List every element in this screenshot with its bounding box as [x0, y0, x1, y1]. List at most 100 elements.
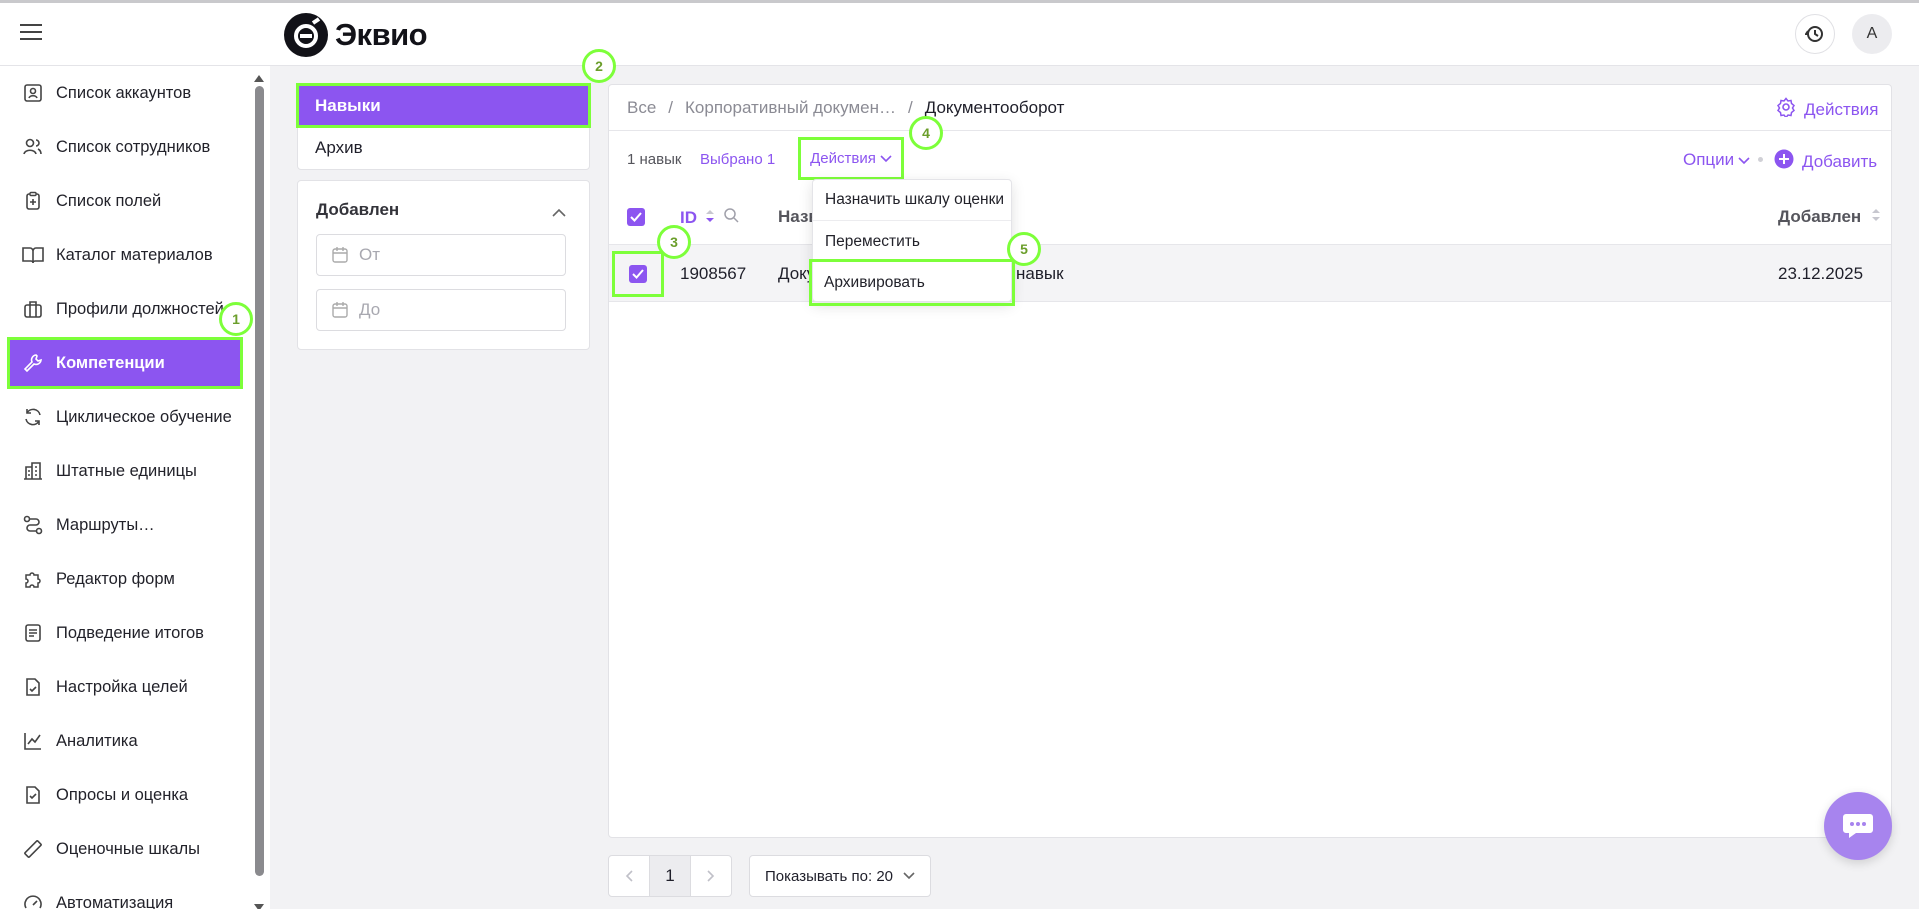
sidebar-item-label: Компетенции — [56, 353, 165, 372]
annotation-number: 2 — [595, 58, 603, 74]
ruler-icon — [22, 838, 44, 860]
sidebar-item-accounts[interactable]: Список аккаунтов — [10, 70, 240, 116]
sidebar-item-label: Список полей — [56, 191, 162, 210]
page-button-1[interactable]: 1 — [649, 855, 691, 897]
annotation-badge-5: 5 — [1007, 232, 1041, 266]
chart-line-icon — [22, 730, 44, 752]
sidebar-item-summary[interactable]: Подведение итогов — [10, 610, 240, 656]
annotation-badge-3: 3 — [657, 225, 691, 259]
search-icon[interactable] — [723, 207, 739, 228]
page-number: 1 — [665, 866, 675, 885]
annotation-number: 1 — [232, 311, 240, 327]
menu-item-assign-scale[interactable]: Назначить шкалу оценки — [813, 180, 1011, 221]
filter-title: Добавлен — [316, 200, 400, 219]
breadcrumb-middle[interactable]: Корпоративный докумен… — [685, 98, 896, 118]
tab-skills[interactable]: Навыки — [296, 83, 591, 128]
row-added-date: 23.12.2025 — [1778, 264, 1864, 283]
sidebar-item-catalog[interactable]: Каталог материалов — [10, 232, 240, 278]
column-id-label: ID — [680, 207, 697, 227]
tab-archive[interactable]: Архив — [299, 128, 588, 168]
per-page-label: Показывать по: 20 — [765, 867, 893, 885]
sidebar-item-staff-units[interactable]: Штатные единицы — [10, 448, 240, 494]
scroll-up-icon[interactable] — [253, 68, 265, 88]
logo-icon — [284, 13, 328, 57]
options-dropdown[interactable]: Опции — [1683, 150, 1750, 170]
sort-icon — [705, 208, 715, 228]
menu-icon[interactable] — [20, 24, 42, 40]
sidebar-item-label: Список аккаунтов — [56, 83, 192, 102]
breadcrumb-current: Документооборот — [924, 98, 1065, 117]
menu-item-label: Архивировать — [824, 273, 925, 291]
sidebar-item-fields[interactable]: Список полей — [10, 178, 240, 224]
annotation-badge-1: 1 — [219, 302, 253, 336]
sidebar-item-label: Список сотрудников — [56, 137, 211, 156]
history-button[interactable] — [1795, 14, 1835, 54]
date-to-input[interactable]: До — [316, 289, 566, 331]
sidebar-item-employees[interactable]: Список сотрудников — [10, 124, 240, 170]
options-label: Опции — [1683, 150, 1735, 169]
sidebar-item-competencies[interactable]: Компетенции — [7, 337, 243, 389]
sidebar-item-routes[interactable]: Маршруты… — [10, 502, 240, 548]
menu-item-archive[interactable]: Архивировать — [809, 259, 1015, 306]
chevron-up-icon[interactable] — [552, 203, 566, 223]
date-from-placeholder: От — [359, 245, 381, 264]
annotation-number: 3 — [670, 234, 678, 250]
row-name-start[interactable]: Доку — [778, 264, 815, 284]
actions-menu: Назначить шкалу оценки Переместить Архив… — [809, 179, 1015, 306]
sidebar-item-goals[interactable]: Настройка целей — [10, 664, 240, 710]
column-added-header[interactable]: Добавлен — [1778, 207, 1881, 227]
actions-dropdown[interactable]: Действия — [798, 137, 904, 180]
date-from-input[interactable]: От — [316, 234, 566, 276]
row-checkbox[interactable] — [629, 265, 647, 283]
sidebar-item-cyclic-training[interactable]: Циклическое обучение — [10, 394, 240, 440]
chevron-down-icon — [903, 872, 915, 880]
row-checkbox-cell[interactable] — [612, 251, 664, 297]
avatar[interactable]: A — [1852, 14, 1892, 54]
logo[interactable]: Эквио — [283, 12, 428, 58]
sidebar-item-surveys[interactable]: Опросы и оценка — [10, 772, 240, 818]
calendar-icon — [331, 301, 349, 319]
chat-button[interactable] — [1824, 792, 1892, 860]
add-button[interactable]: Добавить — [1774, 149, 1877, 174]
column-id-header[interactable]: ID — [680, 207, 739, 228]
sidebar: Список аккаунтов Список сотрудников Спис… — [0, 66, 270, 909]
history-icon — [1805, 26, 1823, 42]
clipboard-plus-icon — [22, 190, 44, 212]
prev-page-button[interactable] — [608, 855, 650, 897]
add-label: Добавить — [1802, 151, 1878, 171]
menu-item-move[interactable]: Переместить — [813, 221, 1011, 262]
breadcrumb: Все / Корпоративный докумен… / Документо… — [627, 98, 1064, 118]
selected-count: Выбрано 1 — [700, 151, 776, 168]
sidebar-scroll-thumb[interactable] — [255, 86, 264, 876]
gear-icon — [1776, 97, 1796, 122]
per-page-select[interactable]: Показывать по: 20 — [749, 855, 931, 897]
breadcrumb-root[interactable]: Все — [627, 98, 656, 118]
annotation-badge-2: 2 — [582, 49, 616, 83]
row-name-end[interactable]: навык — [1016, 264, 1064, 284]
sidebar-item-label: Аналитика — [56, 731, 138, 750]
sidebar-item-label: Автоматизация — [56, 893, 174, 909]
sidebar-item-form-editor[interactable]: Редактор форм — [10, 556, 240, 602]
sidebar-item-scales[interactable]: Оценочные шкалы — [10, 826, 240, 872]
sidebar-item-job-profiles[interactable]: Профили должностей — [10, 286, 240, 332]
sidebar-item-label: Настройка целей — [56, 677, 188, 696]
survey-icon — [22, 784, 44, 806]
sidebar-item-analytics[interactable]: Аналитика — [10, 718, 240, 764]
plus-circle-icon — [1774, 149, 1794, 174]
annotation-number: 4 — [922, 125, 930, 141]
skill-count: 1 навык — [627, 151, 682, 168]
users-icon — [22, 136, 44, 158]
folder-actions-button[interactable]: Действия — [1776, 97, 1878, 122]
sidebar-item-label: Подведение итогов — [56, 623, 204, 642]
select-all-checkbox[interactable] — [627, 208, 645, 226]
sort-icon — [1871, 207, 1881, 227]
sidebar-item-label: Профили должностей — [56, 299, 224, 318]
annotation-number: 5 — [1020, 241, 1028, 257]
wrench-icon — [22, 352, 44, 374]
breadcrumb-separator: / — [668, 98, 674, 117]
sidebar-item-label: Циклическое обучение — [56, 407, 232, 426]
scroll-down-icon[interactable] — [253, 898, 265, 909]
chevron-down-icon — [1738, 150, 1750, 170]
next-page-button[interactable] — [690, 855, 732, 897]
sidebar-item-automation[interactable]: Автоматизация — [10, 880, 240, 909]
